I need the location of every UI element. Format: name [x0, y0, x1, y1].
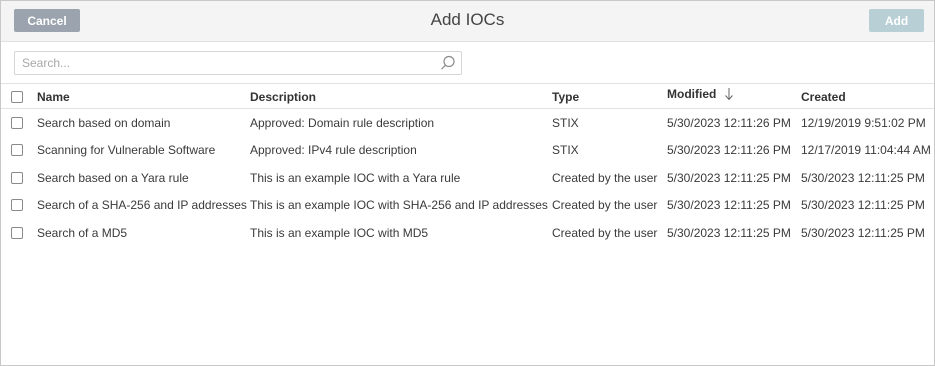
- cell-modified: 5/30/2023 12:11:25 PM: [667, 225, 791, 240]
- table-row[interactable]: Search of a MD5 This is an example IOC w…: [1, 219, 934, 247]
- table-row[interactable]: Search based on domain Approved: Domain …: [1, 109, 934, 137]
- cell-type: Created by the user: [552, 225, 658, 240]
- row-checkbox[interactable]: [11, 144, 23, 157]
- cell-modified: 5/30/2023 12:11:25 PM: [667, 198, 791, 213]
- cell-name: Search of a SHA-256 and IP addresses: [37, 198, 247, 213]
- cell-created: 5/30/2023 12:11:25 PM: [801, 225, 925, 240]
- cell-name: Search based on domain: [37, 115, 171, 130]
- cell-type: STIX: [552, 143, 579, 158]
- cell-created: 5/30/2023 12:11:25 PM: [801, 170, 925, 185]
- table-row[interactable]: Scanning for Vulnerable Software Approve…: [1, 137, 934, 165]
- cell-description: Approved: IPv4 rule description: [250, 143, 417, 158]
- column-header-type[interactable]: Type: [552, 85, 579, 108]
- cell-name: Scanning for Vulnerable Software: [37, 143, 216, 158]
- cell-description: This is an example IOC with SHA-256 and …: [250, 198, 548, 213]
- cell-description: Approved: Domain rule description: [250, 115, 435, 130]
- add-button[interactable]: Add: [869, 9, 924, 32]
- dialog-header: Cancel Add IOCs Add: [1, 1, 934, 42]
- cell-created: 12/19/2019 9:51:02 PM: [801, 115, 926, 130]
- table-row[interactable]: Search based on a Yara rule This is an e…: [1, 164, 934, 192]
- search-input[interactable]: [15, 52, 435, 74]
- cell-created: 12/17/2019 11:04:44 AM: [801, 143, 931, 158]
- cell-name: Search based on a Yara rule: [37, 170, 189, 185]
- cell-type: Created by the user: [552, 198, 658, 213]
- row-checkbox[interactable]: [11, 171, 23, 184]
- select-all-checkbox[interactable]: [11, 90, 23, 103]
- cell-description: This is an example IOC with MD5: [250, 225, 429, 240]
- column-header-modified-label: Modified: [667, 86, 717, 101]
- cell-modified: 5/30/2023 12:11:26 PM: [667, 115, 791, 130]
- cell-modified: 5/30/2023 12:11:25 PM: [667, 170, 791, 185]
- cell-type: STIX: [552, 115, 579, 130]
- row-checkbox[interactable]: [11, 116, 23, 129]
- cell-type: Created by the user: [552, 170, 658, 185]
- cell-description: This is an example IOC with a Yara rule: [250, 170, 461, 185]
- column-header-modified[interactable]: Modified: [667, 82, 734, 105]
- cell-modified: 5/30/2023 12:11:26 PM: [667, 143, 791, 158]
- divider: [1, 83, 934, 84]
- column-header-name[interactable]: Name: [37, 85, 70, 108]
- search-box: [14, 51, 462, 75]
- table-header-row: Name Description Type Modified Created: [1, 85, 934, 109]
- row-checkbox[interactable]: [11, 226, 23, 239]
- add-iocs-dialog: Cancel Add IOCs Add Name Description Typ…: [0, 0, 935, 366]
- table-row[interactable]: Search of a SHA-256 and IP addresses Thi…: [1, 192, 934, 220]
- column-header-description[interactable]: Description: [250, 85, 316, 108]
- cancel-button[interactable]: Cancel: [14, 9, 80, 32]
- arrow-down-icon: [725, 87, 734, 100]
- search-icon[interactable]: [440, 55, 456, 71]
- row-checkbox[interactable]: [11, 199, 23, 212]
- dialog-title: Add IOCs: [430, 10, 505, 29]
- cell-name: Search of a MD5: [37, 225, 128, 240]
- ioc-table: Name Description Type Modified Created S…: [1, 85, 934, 247]
- column-header-created[interactable]: Created: [801, 85, 846, 108]
- cell-created: 5/30/2023 12:11:25 PM: [801, 198, 925, 213]
